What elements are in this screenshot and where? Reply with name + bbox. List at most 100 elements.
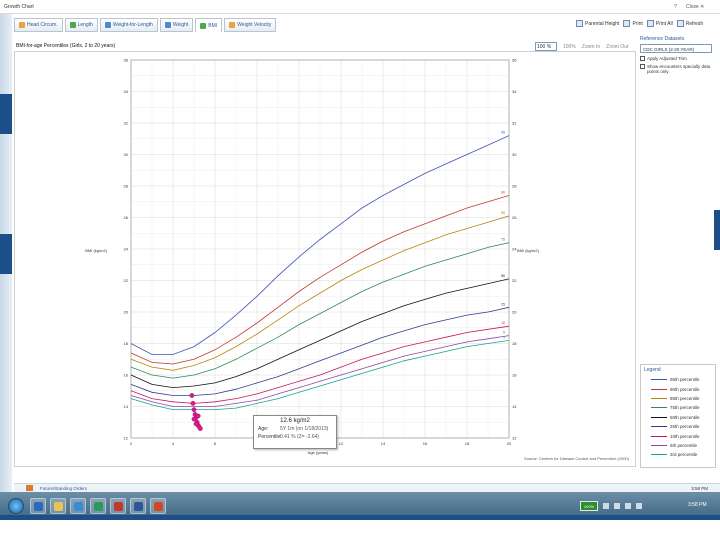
head-circumference-icon xyxy=(19,22,25,28)
checkbox-icon xyxy=(640,56,645,61)
start-button[interactable] xyxy=(8,498,24,514)
button-label: Print xyxy=(632,20,643,27)
legend-swatch xyxy=(651,388,667,390)
help-button[interactable]: ? xyxy=(674,4,677,10)
printer-icon xyxy=(623,20,631,27)
legend-label: 10th percentile xyxy=(670,433,700,439)
patient-point[interactable] xyxy=(197,426,203,431)
tray-badge[interactable]: 100% xyxy=(580,501,598,511)
legend-label: 5th percentile xyxy=(670,442,698,448)
taskbar-app-word[interactable] xyxy=(130,498,146,514)
tooltip-percentile-row: Percentile: 0.41 % (Z= -2.64) xyxy=(258,434,332,440)
tab-weight-velocity[interactable]: Weight Velocity xyxy=(224,18,277,32)
zoom-controls: 100 % 100% Zoom In Zoom Out xyxy=(535,42,628,51)
tab-label: Head Circum. xyxy=(27,22,58,28)
x-tick-label: 6 xyxy=(214,441,217,446)
y-tick-label-left: 12 xyxy=(124,436,129,441)
y-tick-label-left: 16 xyxy=(124,373,129,378)
legend-label: 25th percentile xyxy=(670,424,700,430)
y-tick-label-right: 22 xyxy=(512,278,517,283)
ehr-icon xyxy=(114,502,123,511)
legend-swatch xyxy=(651,397,667,399)
tray-icon-flag[interactable] xyxy=(625,503,631,509)
powerpoint-icon xyxy=(154,502,163,511)
patient-point[interactable] xyxy=(191,416,197,422)
right-accent xyxy=(714,210,720,250)
print-button[interactable]: Print xyxy=(623,20,643,27)
y-tick-label-left: 36 xyxy=(124,58,129,63)
percentile-line-label: 25 xyxy=(501,302,505,306)
weight-for-length-icon xyxy=(104,22,111,28)
tray-icon-volume[interactable] xyxy=(614,503,620,509)
taskbar-app-ehr[interactable] xyxy=(110,498,126,514)
refresh-button[interactable]: Refresh xyxy=(676,20,703,27)
chart-ticks: 2468101214161820121214141616181820202222… xyxy=(124,58,518,447)
print-all-button[interactable]: Print All xyxy=(646,20,673,27)
legend-title: Legend xyxy=(644,367,661,373)
bmi-icon xyxy=(200,22,207,29)
tray-icon-network[interactable] xyxy=(603,503,609,509)
left-stripe xyxy=(0,14,12,504)
taskbar-app-powerpoint[interactable] xyxy=(150,498,166,514)
patient-point[interactable] xyxy=(193,421,199,427)
weight-velocity-icon xyxy=(229,22,236,28)
y-tick-label-left: 34 xyxy=(124,89,129,94)
taskbar-clock[interactable]: 3:58 PM xyxy=(688,502,707,508)
x-tick-label: 18 xyxy=(465,441,470,446)
x-tick-label: 14 xyxy=(381,441,386,446)
y-tick-label-left: 28 xyxy=(124,184,129,189)
legend-item: 25th percentile xyxy=(641,422,715,431)
y-tick-label-left: 14 xyxy=(124,404,129,409)
x-tick-label: 16 xyxy=(423,441,428,446)
bmi-chart: 2468101214161820121214141616181820202222… xyxy=(85,58,629,462)
close-button[interactable]: Close ✕ xyxy=(686,4,704,10)
chart-frame: 2468101214161820121214141616181820202222… xyxy=(14,51,636,467)
patient-point[interactable] xyxy=(190,400,196,406)
taskbar-app-outlook[interactable] xyxy=(30,498,46,514)
zoom-reset-link[interactable]: 100% xyxy=(563,44,576,50)
patient-point[interactable] xyxy=(189,393,195,398)
patient-points[interactable] xyxy=(189,393,203,431)
legend-item: 10th percentile xyxy=(641,431,715,440)
legend-item: 90th percentile xyxy=(641,384,715,393)
taskbar-app-ie[interactable] xyxy=(70,498,86,514)
zoom-select[interactable]: 100 % xyxy=(535,42,557,51)
parental-height-button[interactable]: Parental Height xyxy=(576,20,619,27)
apply-trim-checkbox[interactable]: Apply Adjusted Trim xyxy=(640,56,716,61)
dataset-select[interactable]: CDC GIRLS (2-20 YEAR) xyxy=(640,44,712,53)
side-panel: Reference Datasets CDC GIRLS (2-20 YEAR)… xyxy=(640,36,716,74)
zoom-out-link[interactable]: Zoom Out xyxy=(606,44,628,50)
taskbar-app-media[interactable] xyxy=(90,498,106,514)
legend-label: 90th percentile xyxy=(670,386,700,392)
chart-tabs: Head Circum. Length Weight-for-Length We… xyxy=(14,18,278,32)
left-accent-top xyxy=(0,94,12,134)
percentile-line-label: 5 xyxy=(503,331,505,335)
taskbar-app-explorer[interactable] xyxy=(50,498,66,514)
tab-weight-for-length[interactable]: Weight-for-Length xyxy=(99,18,158,32)
data-point-tooltip: 12.6 kg/m2 Age: 5Y 1m (on 1/18/2013) Per… xyxy=(253,415,337,449)
standing-orders-link[interactable]: Future/Standing Orders xyxy=(40,486,87,491)
y-tick-label-right: 12 xyxy=(512,436,517,441)
tab-label: Weight-for-Length xyxy=(112,22,153,28)
word-icon xyxy=(134,502,143,511)
legend-item: 75th percentile xyxy=(641,403,715,412)
button-label: Print All xyxy=(655,20,673,27)
tab-weight[interactable]: Weight xyxy=(159,18,194,32)
patient-point[interactable] xyxy=(191,407,197,413)
internet-explorer-icon xyxy=(74,502,83,511)
x-tick-label: 20 xyxy=(507,441,512,446)
tab-bmi[interactable]: BMI xyxy=(195,18,223,32)
tab-head-circumference[interactable]: Head Circum. xyxy=(14,18,63,32)
tab-length[interactable]: Length xyxy=(64,18,98,32)
refresh-icon xyxy=(676,20,684,27)
toolbar: Parental Height Print Print All Refresh xyxy=(572,20,703,27)
checkbox-icon xyxy=(640,64,645,69)
zoom-in-link[interactable]: Zoom In xyxy=(582,44,600,50)
tray-icon-power[interactable] xyxy=(636,503,642,509)
tab-label: Length xyxy=(77,22,93,28)
legend-item: 3rd percentile xyxy=(641,450,715,459)
patient-point[interactable] xyxy=(195,413,201,419)
window-title: Growth Chart xyxy=(4,4,34,10)
show-only-checkbox[interactable]: Show encounters specially data points on… xyxy=(640,64,716,74)
reference-datasets-label: Reference Datasets xyxy=(640,36,685,42)
